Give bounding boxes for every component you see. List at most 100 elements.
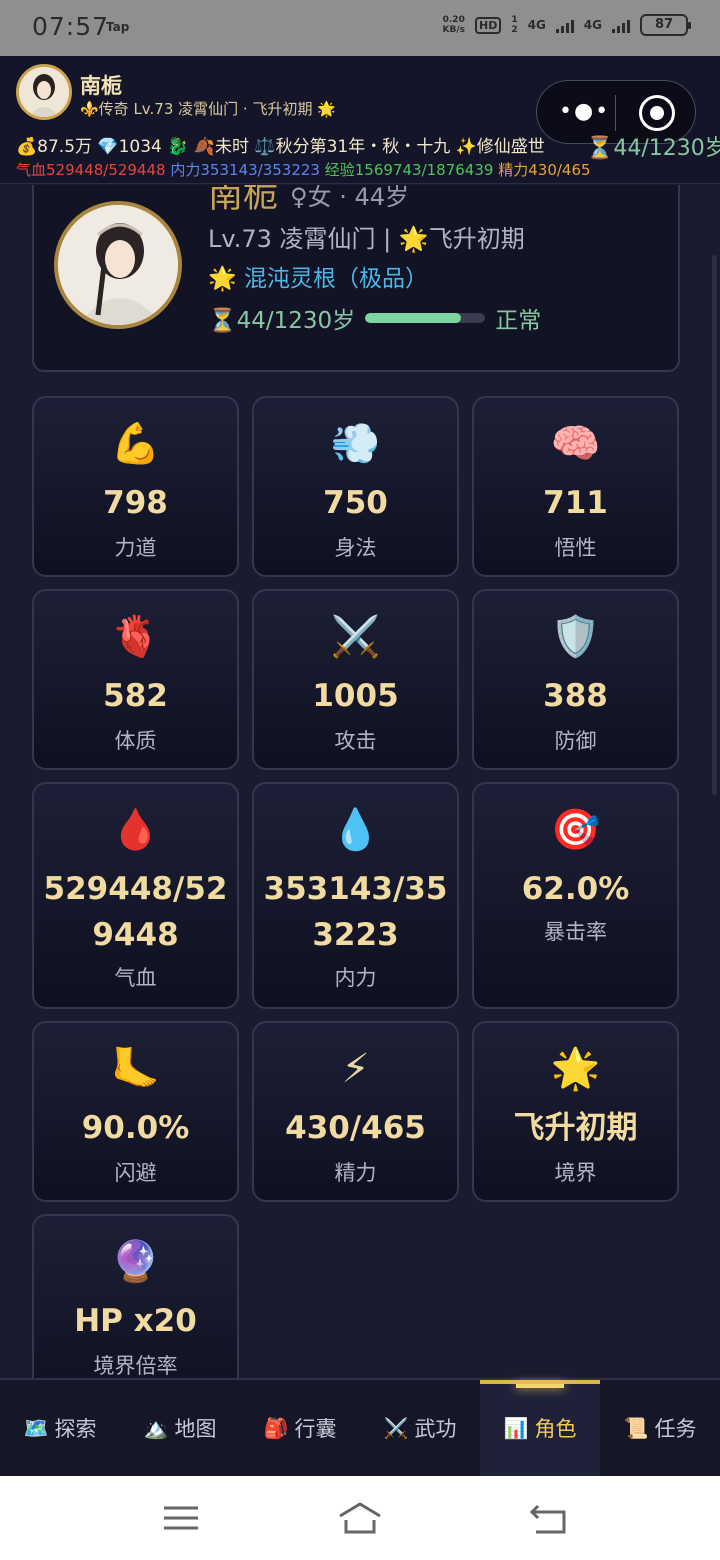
nav-label: 地图 bbox=[174, 1417, 217, 1441]
stat-tile-comprehension[interactable]: 🧠 711 悟性 bbox=[472, 396, 679, 577]
foot-icon: 🦶 bbox=[110, 1046, 161, 1092]
close-target-icon[interactable] bbox=[639, 95, 675, 131]
stat-value: 582 bbox=[103, 678, 168, 714]
target-icon: 🎯 bbox=[550, 807, 601, 853]
stat-label: 攻击 bbox=[334, 729, 377, 753]
blood-drop-icon: 🩸 bbox=[110, 807, 161, 853]
stat-label: 境界 bbox=[554, 1161, 597, 1185]
character-panel[interactable]: 南栀 ♀女 · 44岁 Lv.73 凌霄仙门 | 🌟飞升初期 🌟 混沌灵根（极品… bbox=[0, 185, 720, 1378]
nav-character[interactable]: 📊 角色 bbox=[480, 1380, 600, 1476]
home-icon[interactable] bbox=[336, 1498, 384, 1538]
hd-voice-icon: HD bbox=[474, 16, 502, 34]
spirit-root: 🌟 混沌灵根（极品） bbox=[208, 266, 428, 292]
mountain-icon: 🏔️ bbox=[143, 1416, 169, 1440]
nav-quests[interactable]: 📜 任务 bbox=[600, 1380, 720, 1476]
health-status: 正常 bbox=[495, 308, 542, 334]
shield-icon: 🛡️ bbox=[550, 614, 601, 660]
stat-tile-strength[interactable]: 💪 798 力道 bbox=[32, 396, 239, 577]
energy-value: 430/465 bbox=[528, 161, 591, 179]
stat-label: 暴击率 bbox=[544, 920, 607, 944]
stat-value: HP x20 bbox=[74, 1303, 197, 1339]
stat-label: 身法 bbox=[334, 536, 377, 560]
mp-value: 353143/353223 bbox=[200, 161, 320, 179]
stat-tile-defense[interactable]: 🛡️ 388 防御 bbox=[472, 589, 679, 770]
signal-icon bbox=[612, 17, 630, 33]
profile-card: 南栀 ♀女 · 44岁 Lv.73 凌霄仙门 | 🌟飞升初期 🌟 混沌灵根（极品… bbox=[32, 185, 680, 372]
exp-value: 1569743/1876439 bbox=[354, 161, 494, 179]
lifespan-readout: ⏳44/1230岁 bbox=[586, 136, 720, 161]
stat-label: 境界倍率 bbox=[93, 1354, 178, 1378]
stat-value: 飞升初期 bbox=[513, 1110, 638, 1146]
stat-tile-realm[interactable]: 🌟 飞升初期 境界 bbox=[472, 1021, 679, 1202]
system-nav-bar bbox=[0, 1476, 720, 1560]
stat-tile-mp[interactable]: 💧 353143/35 3223 内力 bbox=[252, 782, 459, 1009]
stat-value: 62.0% bbox=[521, 871, 630, 907]
crossed-swords-icon: ⚔️ bbox=[330, 614, 381, 660]
stat-value: 90.0% bbox=[81, 1110, 190, 1146]
menu-icon[interactable] bbox=[160, 1498, 204, 1538]
stat-label: 防御 bbox=[554, 729, 597, 753]
level-sect-realm: Lv.73 凌霄仙门 | 🌟飞升初期 bbox=[208, 225, 525, 253]
back-icon[interactable] bbox=[526, 1498, 570, 1538]
stat-label: 悟性 bbox=[554, 536, 597, 560]
signal-icon bbox=[555, 17, 574, 33]
system-status-bar: 07:57 Tap 0.20 KB/s HD 12 4G 4G 87 bbox=[0, 0, 720, 56]
stat-value: 430/465 bbox=[285, 1110, 426, 1146]
hp-label: 气血 bbox=[16, 161, 47, 179]
stat-value-line1: 353143/35 bbox=[263, 871, 448, 907]
stat-value: 798 bbox=[103, 485, 168, 521]
nav-map[interactable]: 🏔️ 地图 bbox=[120, 1380, 240, 1476]
scroll-icon: 📜 bbox=[623, 1416, 649, 1440]
stat-tile-agility[interactable]: 💨 750 身法 bbox=[252, 396, 459, 577]
battery-icon: 87 bbox=[640, 14, 691, 36]
stat-tile-constitution[interactable]: 🫀 582 体质 bbox=[32, 589, 239, 770]
gender-age: ♀女 · 44岁 bbox=[290, 185, 410, 211]
player-name: 南栀 bbox=[80, 74, 122, 98]
crystal-ball-icon: 🔮 bbox=[110, 1239, 161, 1285]
bar-chart-icon: 📊 bbox=[503, 1416, 529, 1440]
wind-icon: 💨 bbox=[330, 421, 381, 467]
stat-value: 750 bbox=[323, 485, 388, 521]
network-type-2: 4G bbox=[583, 18, 602, 32]
backpack-icon: 🎒 bbox=[263, 1416, 289, 1440]
energy-label: 精力 bbox=[498, 161, 529, 179]
status-icons: 0.20 KB/s HD 12 4G 4G 87 bbox=[442, 14, 691, 36]
star-icon: 🌟 bbox=[550, 1046, 601, 1092]
water-drop-icon: 💧 bbox=[330, 807, 381, 853]
scrollbar[interactable] bbox=[712, 255, 717, 795]
crossed-swords-icon: ⚔️ bbox=[383, 1416, 409, 1440]
stat-value-line1: 529448/52 bbox=[43, 871, 228, 907]
nav-inventory[interactable]: 🎒 行囊 bbox=[240, 1380, 360, 1476]
network-speed: 0.20 KB/s bbox=[442, 15, 465, 35]
nav-explore[interactable]: 🗺️ 探索 bbox=[0, 1380, 120, 1476]
app-notification-label: Tap bbox=[106, 20, 130, 34]
stat-label: 精力 bbox=[334, 1161, 377, 1185]
mp-label: 内力 bbox=[170, 161, 201, 179]
stat-label: 内力 bbox=[334, 966, 377, 990]
nav-martial-arts[interactable]: ⚔️ 武功 bbox=[360, 1380, 480, 1476]
sim-slot-labels: 12 bbox=[511, 15, 518, 35]
lightning-icon: ⚡ bbox=[341, 1046, 370, 1092]
avatar[interactable] bbox=[16, 64, 72, 120]
stat-tile-dodge[interactable]: 🦶 90.0% 闪避 bbox=[32, 1021, 239, 1202]
resources-line: 💰87.5万 💎1034 🐉 🍂未时 ⚖️秋分第31年・秋・十九 ✨修仙盛世 bbox=[16, 137, 545, 157]
stat-tile-hp[interactable]: 🩸 529448/52 9448 气血 bbox=[32, 782, 239, 1009]
stat-tile-attack[interactable]: ⚔️ 1005 攻击 bbox=[252, 589, 459, 770]
stat-value: 1005 bbox=[312, 678, 399, 714]
profile-portrait bbox=[54, 201, 182, 329]
player-rank: ⚜️传奇 Lv.73 凌霄仙门 · 飞升初期 🌟 bbox=[80, 100, 336, 118]
stat-tile-energy[interactable]: ⚡ 430/465 精力 bbox=[252, 1021, 459, 1202]
stat-label: 力道 bbox=[114, 536, 157, 560]
stat-value-line2: 9448 bbox=[92, 917, 179, 953]
stat-tile-realm-multiplier[interactable]: 🔮 HP x20 境界倍率 bbox=[32, 1214, 239, 1378]
brain-icon: 🧠 bbox=[550, 421, 601, 467]
heart-icon: 🫀 bbox=[110, 614, 161, 660]
stat-tile-crit-rate[interactable]: 🎯 62.0% 暴击率 bbox=[472, 782, 679, 1009]
character-name: 南栀 bbox=[208, 185, 279, 216]
lifespan-text: ⏳44/1230岁 bbox=[208, 308, 356, 334]
nav-label: 角色 bbox=[534, 1417, 577, 1441]
nav-label: 武功 bbox=[414, 1417, 457, 1441]
game-header: 南栀 ⚜️传奇 Lv.73 凌霄仙门 · 飞升初期 🌟 •●• 💰87.5万 💎… bbox=[0, 56, 720, 184]
lifespan-bar bbox=[365, 313, 486, 323]
more-icon[interactable]: •●• bbox=[559, 101, 610, 123]
